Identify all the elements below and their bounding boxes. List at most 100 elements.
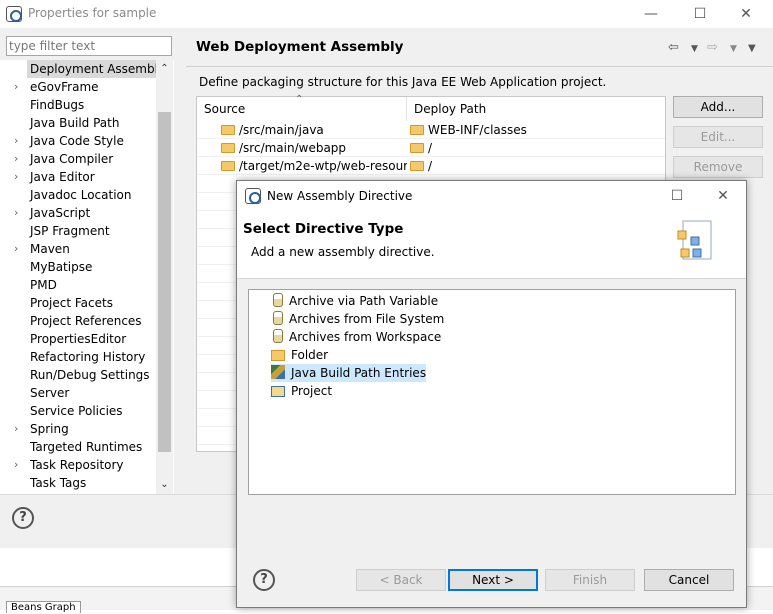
view-menu-icon[interactable]: ▼ bbox=[748, 43, 756, 54]
sidebar-item-label: eGovFrame bbox=[30, 80, 99, 94]
beans-graph-tab[interactable]: Beans Graph bbox=[6, 601, 81, 613]
sidebar-item[interactable]: › JavaScript bbox=[0, 204, 156, 222]
expand-chevron-icon[interactable]: › bbox=[14, 168, 24, 186]
dialog-help-icon[interactable]: ? bbox=[253, 569, 275, 591]
sidebar-item[interactable]: › eGovFrame bbox=[0, 78, 156, 96]
sidebar-item[interactable]: PropertiesEditor bbox=[0, 330, 156, 348]
dialog-close-button[interactable]: ✕ bbox=[701, 184, 745, 208]
sidebar-item[interactable]: Server bbox=[0, 384, 156, 402]
sidebar-item-label: JavaScript bbox=[30, 206, 91, 220]
deploy-path: / bbox=[428, 141, 433, 155]
dialog-title: New Assembly Directive bbox=[267, 189, 413, 203]
directive-type-item[interactable]: Archives from Workspace bbox=[271, 328, 441, 346]
forward-dropdown-icon[interactable]: ▼ bbox=[730, 44, 737, 54]
expand-chevron-icon[interactable]: › bbox=[14, 420, 24, 438]
directive-type-list: Archive via Path Variable Archives from F… bbox=[248, 289, 736, 495]
dialog-description: Add a new assembly directive. bbox=[251, 245, 435, 259]
sort-up-icon: ⌃ bbox=[295, 94, 304, 105]
back-dropdown-icon[interactable]: ▼ bbox=[691, 44, 698, 54]
sidebar-item[interactable]: Project Facets bbox=[0, 294, 156, 312]
table-row[interactable]: /src/main/java WEB-INF/classes bbox=[197, 121, 665, 139]
sidebar-item[interactable]: JSP Fragment bbox=[0, 222, 156, 240]
scroll-down-icon[interactable]: ⌄ bbox=[156, 476, 173, 494]
sidebar-item[interactable]: PMD bbox=[0, 276, 156, 294]
sidebar-item-label: Java Code Style bbox=[30, 134, 124, 148]
edit-button[interactable]: Edit... bbox=[673, 126, 763, 148]
sidebar-item[interactable]: Javadoc Location bbox=[0, 186, 156, 204]
scroll-thumb[interactable] bbox=[158, 112, 171, 452]
add-button[interactable]: Add... bbox=[673, 96, 763, 118]
sidebar-item-label: Service Policies bbox=[30, 404, 123, 418]
deploy-column-header[interactable]: Deploy Path bbox=[407, 97, 665, 121]
close-button[interactable]: ✕ bbox=[724, 2, 768, 26]
back-nav-icon[interactable]: ⇦ bbox=[668, 40, 679, 55]
sidebar-item-label: Java Editor bbox=[30, 170, 95, 184]
directive-type-item[interactable]: Java Build Path Entries bbox=[271, 364, 427, 382]
expand-chevron-icon[interactable]: › bbox=[14, 78, 24, 96]
expand-chevron-icon[interactable]: › bbox=[14, 150, 24, 168]
source-cell: /target/m2e-wtp/web-resources bbox=[221, 157, 407, 175]
sidebar-item[interactable]: › Spring bbox=[0, 420, 156, 438]
filter-input[interactable]: type filter text bbox=[6, 36, 172, 56]
folder-icon bbox=[410, 143, 424, 153]
sidebar-item-label: Task Repository bbox=[30, 458, 124, 472]
directive-type-item[interactable]: Project bbox=[271, 382, 332, 400]
window-title: Properties for sample bbox=[28, 6, 157, 20]
sidebar-item[interactable]: Task Tags bbox=[0, 474, 156, 492]
help-icon[interactable]: ? bbox=[12, 507, 34, 529]
expand-chevron-icon[interactable]: › bbox=[14, 456, 24, 474]
sidebar-item[interactable]: Targeted Runtimes bbox=[0, 438, 156, 456]
expand-chevron-icon[interactable]: › bbox=[14, 204, 24, 222]
table-row[interactable]: /src/main/webapp / bbox=[197, 139, 665, 157]
sidebar-item-label: Project Facets bbox=[30, 296, 113, 310]
table-row[interactable]: /target/m2e-wtp/web-resources / bbox=[197, 157, 665, 175]
directive-type-label: Archives from File System bbox=[289, 312, 445, 326]
forward-nav-icon[interactable]: ⇨ bbox=[707, 40, 718, 55]
sidebar-item[interactable]: › Java Code Style bbox=[0, 132, 156, 150]
sidebar-item[interactable]: FindBugs bbox=[0, 96, 156, 114]
source-path: /src/main/webapp bbox=[239, 141, 347, 155]
sidebar-item[interactable]: Deployment Assembly bbox=[0, 60, 169, 78]
source-cell: /src/main/webapp bbox=[221, 139, 407, 157]
sidebar-item[interactable]: Java Build Path bbox=[0, 114, 156, 132]
minimize-button[interactable]: — bbox=[629, 2, 673, 26]
eclipse-app-icon bbox=[6, 6, 22, 22]
sidebar-item[interactable]: › Task Repository bbox=[0, 456, 156, 474]
expand-chevron-icon[interactable]: › bbox=[14, 132, 24, 150]
tree-scrollbar[interactable]: ⌃ ⌄ bbox=[156, 60, 173, 494]
sidebar-item-label: Project References bbox=[30, 314, 142, 328]
back-button[interactable]: < Back bbox=[356, 569, 446, 591]
cancel-button[interactable]: Cancel bbox=[644, 569, 734, 591]
remove-button[interactable]: Remove bbox=[673, 156, 763, 178]
next-button[interactable]: Next > bbox=[448, 569, 538, 591]
sidebar-item[interactable]: › Java Editor bbox=[0, 168, 156, 186]
directive-type-item[interactable]: Folder bbox=[271, 346, 328, 364]
sidebar-item[interactable]: › Maven bbox=[0, 240, 156, 258]
window-titlebar: Properties for sample — ☐ ✕ bbox=[0, 0, 773, 28]
project-icon bbox=[271, 386, 285, 397]
sidebar-item-label: Targeted Runtimes bbox=[30, 440, 143, 454]
sidebar-item[interactable]: Run/Debug Settings bbox=[0, 366, 156, 384]
directive-type-item[interactable]: Archives from File System bbox=[271, 310, 444, 328]
sidebar-item[interactable]: › Java Compiler bbox=[0, 150, 156, 168]
directive-type-item[interactable]: Archive via Path Variable bbox=[271, 292, 438, 310]
page-title: Web Deployment Assembly bbox=[196, 39, 404, 55]
deploy-cell: / bbox=[410, 139, 660, 157]
folder-icon bbox=[221, 125, 235, 135]
sidebar-item[interactable]: Service Policies bbox=[0, 402, 156, 420]
sidebar-item-label: Maven bbox=[30, 242, 70, 256]
source-column-header[interactable]: Source ⌃ bbox=[197, 94, 407, 121]
sidebar-item[interactable]: Project References bbox=[0, 312, 156, 330]
sidebar-item[interactable]: MyBatipse bbox=[0, 258, 156, 276]
maximize-button[interactable]: ☐ bbox=[678, 2, 722, 26]
expand-chevron-icon[interactable]: › bbox=[14, 240, 24, 258]
sidebar-item-label: Task Tags bbox=[30, 476, 87, 490]
finish-button[interactable]: Finish bbox=[545, 569, 635, 591]
dialog-maximize-button[interactable]: ☐ bbox=[655, 184, 699, 208]
source-cell: /src/main/java bbox=[221, 121, 407, 139]
sidebar-item[interactable]: Refactoring History bbox=[0, 348, 156, 366]
jar-icon bbox=[273, 293, 283, 307]
sidebar-item-label: Javadoc Location bbox=[30, 188, 132, 202]
scroll-up-icon[interactable]: ⌃ bbox=[156, 60, 173, 78]
sidebar-item-label: PropertiesEditor bbox=[30, 332, 127, 346]
